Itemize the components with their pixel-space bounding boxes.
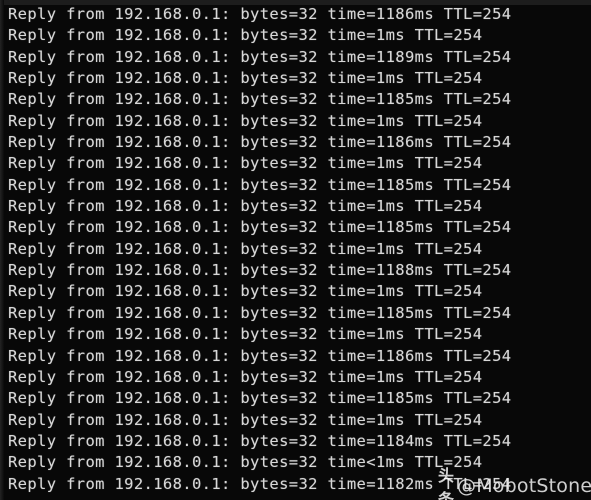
ping-reply-line: Reply from 192.168.0.1: bytes=32 time=1m…	[8, 282, 483, 301]
ping-reply-line: Reply from 192.168.0.1: bytes=32 time=11…	[8, 175, 512, 194]
ping-reply-line: Reply from 192.168.0.1: bytes=32 time=11…	[8, 218, 512, 237]
ping-reply-line: Reply from 192.168.0.1: bytes=32 time=11…	[8, 133, 512, 152]
ping-reply-line: Reply from 192.168.0.1: bytes=32 time=11…	[8, 346, 512, 365]
ping-reply-line: Reply from 192.168.0.1: bytes=32 time=11…	[8, 389, 512, 408]
ping-reply-line: Reply from 192.168.0.1: bytes=32 time=1m…	[8, 325, 483, 344]
ping-reply-line: Reply from 192.168.0.1: bytes=32 time<1m…	[8, 453, 483, 472]
ping-reply-line: Reply from 192.168.0.1: bytes=32 time=11…	[8, 431, 512, 450]
ping-reply-line: Reply from 192.168.0.1: bytes=32 time=11…	[8, 90, 512, 109]
ping-reply-line: Reply from 192.168.0.1: bytes=32 time=1m…	[8, 69, 483, 88]
ping-reply-line: Reply from 192.168.0.1: bytes=32 time=11…	[8, 474, 512, 493]
ping-reply-line: Reply from 192.168.0.1: bytes=32 time=11…	[8, 47, 512, 66]
console-left-edge	[0, 0, 4, 500]
ping-reply-line: Reply from 192.168.0.1: bytes=32 time=1m…	[8, 197, 483, 216]
ping-reply-line: Reply from 192.168.0.1: bytes=32 time=1m…	[8, 367, 483, 386]
ping-reply-line: Reply from 192.168.0.1: bytes=32 time=1m…	[8, 239, 483, 258]
ping-reply-line: Reply from 192.168.0.1: bytes=32 time=1m…	[8, 111, 483, 130]
ping-reply-line: Reply from 192.168.0.1: bytes=32 time=11…	[8, 261, 512, 280]
ping-reply-line: Reply from 192.168.0.1: bytes=32 time=1m…	[8, 410, 483, 429]
ping-reply-line: Reply from 192.168.0.1: bytes=32 time=1m…	[8, 154, 483, 173]
ping-reply-line: Reply from 192.168.0.1: bytes=32 time=11…	[8, 303, 512, 322]
ping-output-log: Reply from 192.168.0.1: bytes=32 time=11…	[8, 4, 591, 495]
ping-reply-line: Reply from 192.168.0.1: bytes=32 time=11…	[8, 5, 512, 23]
ping-reply-line: Reply from 192.168.0.1: bytes=32 time=1m…	[8, 26, 483, 45]
ping-console-window: Reply from 192.168.0.1: bytes=32 time=11…	[0, 0, 591, 500]
